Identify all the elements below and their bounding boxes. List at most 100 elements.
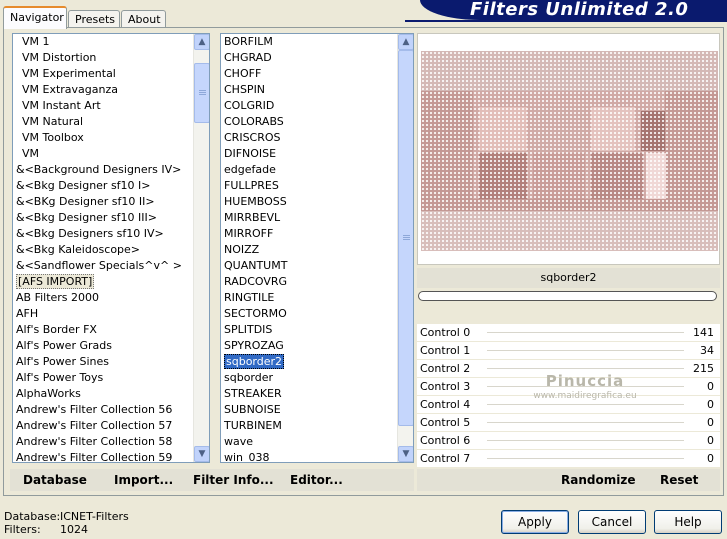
control-slider-row[interactable]: Control 7 0 — [417, 450, 720, 468]
filter-item[interactable]: SPYROZAG — [224, 338, 413, 354]
filter-item[interactable]: win_038 — [224, 450, 413, 462]
control-label: Control 4 — [420, 398, 471, 411]
category-label: Alf's Border FX — [16, 323, 97, 336]
control-slider-row[interactable]: Control 2 215 — [417, 360, 720, 378]
slider-track[interactable] — [487, 350, 684, 351]
filter-item[interactable]: edgefade — [224, 162, 413, 178]
filter-info-link[interactable]: Filter Info... — [193, 473, 274, 487]
category-item[interactable]: AlphaWorks — [16, 386, 209, 402]
category-label: [AFS IMPORT] — [16, 274, 95, 289]
filter-item[interactable]: MIRRBEVL — [224, 210, 413, 226]
category-item[interactable]: Andrew's Filter Collection 56 — [16, 402, 209, 418]
filter-item[interactable]: SUBNOISE — [224, 402, 413, 418]
filter-item[interactable]: wave — [224, 434, 413, 450]
category-item[interactable]: Andrew's Filter Collection 57 — [16, 418, 209, 434]
tab-navigator[interactable]: Navigator — [3, 6, 67, 29]
filter-item[interactable]: SPLITDIS — [224, 322, 413, 338]
category-item[interactable]: VM 1 — [16, 34, 209, 50]
category-item[interactable]: Andrew's Filter Collection 59 — [16, 450, 209, 462]
control-label: Control 0 — [420, 326, 471, 339]
category-item[interactable]: Andrew's Filter Collection 58 — [16, 434, 209, 450]
control-slider-row[interactable]: Control 5 0 — [417, 414, 720, 432]
category-item[interactable]: &<Bkg Designer sf10 I> — [16, 178, 209, 194]
status-info: Database:ICNET-Filters Filters: 1024 — [4, 510, 129, 536]
category-item[interactable]: AB Filters 2000 — [16, 290, 209, 306]
slider-track[interactable] — [487, 332, 684, 333]
app-title: Filters Unlimited 2.0 — [470, 0, 689, 20]
slider-track[interactable] — [487, 440, 684, 441]
category-scrollbar[interactable]: ▲ ▼ — [193, 34, 209, 462]
filter-item[interactable]: DIFNOISE — [224, 146, 413, 162]
control-value: 0 — [707, 398, 714, 411]
control-slider-row[interactable]: Control 4 0 — [417, 396, 720, 414]
category-item[interactable]: VM Instant Art — [16, 98, 209, 114]
filter-item[interactable]: CHSPIN — [224, 82, 413, 98]
filter-item[interactable]: HUEMBOSS — [224, 194, 413, 210]
category-item[interactable]: &<Sandflower Specials^v^ > — [16, 258, 209, 274]
filter-label: CRISCROS — [224, 131, 281, 144]
filter-list[interactable]: BORFILM CHGRAD CHOFF CHSPIN COLGRID COLORABS C… — [220, 33, 414, 463]
scroll-down-button[interactable]: ▼ — [398, 446, 413, 462]
category-item[interactable]: [AFS IMPORT] — [16, 274, 209, 290]
control-slider-row[interactable]: Control 3 0 — [417, 378, 720, 396]
category-item[interactable]: &<Bkg Kaleidoscope> — [16, 242, 209, 258]
scroll-thumb[interactable] — [398, 50, 413, 426]
filter-scrollbar[interactable]: ▲ ▼ — [397, 34, 413, 462]
filter-item[interactable]: RADCOVRG — [224, 274, 413, 290]
category-item[interactable]: VM Toolbox — [16, 130, 209, 146]
control-value: 0 — [707, 434, 714, 447]
filter-item[interactable]: TURBINEM — [224, 418, 413, 434]
filter-item[interactable]: sqborder2 — [224, 354, 413, 370]
category-item[interactable]: &<Bkg Designer sf10 III> — [16, 210, 209, 226]
filter-item[interactable]: BORFILM — [224, 34, 413, 50]
filter-item[interactable]: COLGRID — [224, 98, 413, 114]
filter-item[interactable]: CHOFF — [224, 66, 413, 82]
category-item[interactable]: VM Natural — [16, 114, 209, 130]
category-item[interactable]: &<BKg Designer sf10 II> — [16, 194, 209, 210]
category-item[interactable]: VM Extravaganza — [16, 82, 209, 98]
slider-track[interactable] — [487, 458, 684, 459]
scroll-thumb[interactable] — [194, 63, 209, 123]
reset-link[interactable]: Reset — [660, 473, 698, 487]
scroll-down-button[interactable]: ▼ — [194, 446, 209, 462]
filter-item[interactable]: CRISCROS — [224, 130, 413, 146]
filter-item[interactable]: COLORABS — [224, 114, 413, 130]
filter-item[interactable]: QUANTUMT — [224, 258, 413, 274]
slider-track[interactable] — [487, 404, 684, 405]
category-item[interactable]: VM Experimental — [16, 66, 209, 82]
category-label: AlphaWorks — [16, 387, 81, 400]
apply-button[interactable]: Apply — [501, 510, 569, 534]
control-slider-row[interactable]: Control 1 34 — [417, 342, 720, 360]
category-item[interactable]: VM — [16, 146, 209, 162]
control-slider-row[interactable]: Control 6 0 — [417, 432, 720, 450]
scroll-up-button[interactable]: ▲ — [194, 34, 209, 50]
slider-track[interactable] — [487, 368, 684, 369]
filter-item[interactable]: FULLPRES — [224, 178, 413, 194]
category-item[interactable]: &<Bkg Designers sf10 IV> — [16, 226, 209, 242]
scroll-up-button[interactable]: ▲ — [398, 34, 413, 50]
filter-item[interactable]: STREAKER — [224, 386, 413, 402]
randomize-link[interactable]: Randomize — [561, 473, 635, 487]
slider-track[interactable] — [487, 422, 684, 423]
filter-item[interactable]: CHGRAD — [224, 50, 413, 66]
filter-item[interactable]: SECTORMO — [224, 306, 413, 322]
import-link[interactable]: Import... — [114, 473, 173, 487]
category-item[interactable]: Alf's Border FX — [16, 322, 209, 338]
category-list[interactable]: VM 1 VM Distortion VM Experimental VM Extra… — [12, 33, 210, 463]
filter-item[interactable]: sqborder — [224, 370, 413, 386]
filter-item[interactable]: NOIZZ — [224, 242, 413, 258]
category-item[interactable]: AFH — [16, 306, 209, 322]
filter-item[interactable]: RINGTILE — [224, 290, 413, 306]
category-item[interactable]: Alf's Power Sines — [16, 354, 209, 370]
cancel-button[interactable]: Cancel — [578, 510, 646, 534]
category-item[interactable]: &<Background Designers IV> — [16, 162, 209, 178]
category-item[interactable]: Alf's Power Toys — [16, 370, 209, 386]
database-link[interactable]: Database — [23, 473, 87, 487]
help-button[interactable]: Help — [654, 510, 722, 534]
slider-track[interactable] — [487, 386, 684, 387]
editor-link[interactable]: Editor... — [290, 473, 343, 487]
control-slider-row[interactable]: Control 0 141 — [417, 324, 720, 342]
filter-item[interactable]: MIRROFF — [224, 226, 413, 242]
category-item[interactable]: Alf's Power Grads — [16, 338, 209, 354]
category-item[interactable]: VM Distortion — [16, 50, 209, 66]
